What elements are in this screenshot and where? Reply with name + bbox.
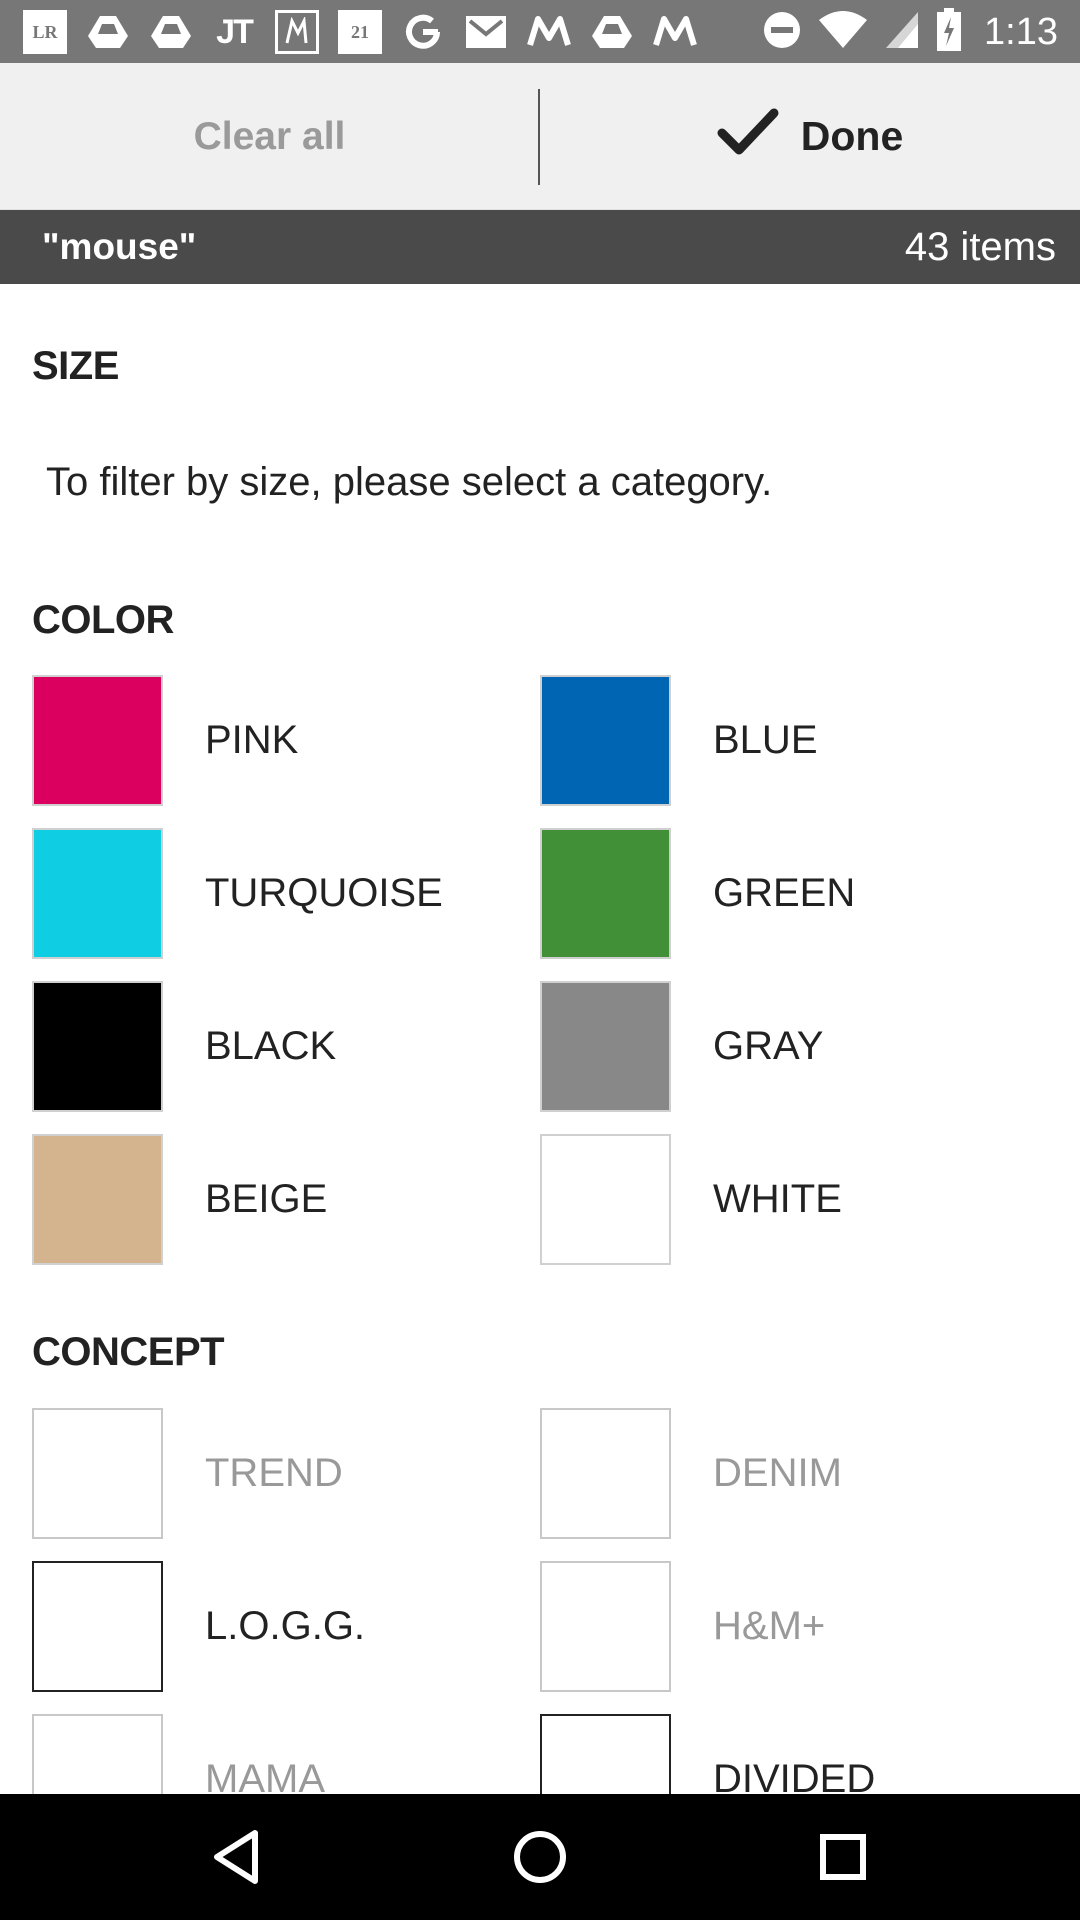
size-section-title: SIZE [32,344,119,388]
concept-section-title: CONCEPT [32,1330,225,1374]
notification-icons: LR JT 21 [22,8,698,56]
concept-label: DENIM [713,1451,842,1495]
color-option-gray[interactable]: GRAY [540,981,1040,1113]
recents-button[interactable] [808,1822,878,1892]
system-icons: 1:13 [762,6,1058,58]
color-label: BLACK [205,1024,337,1068]
color-label: BEIGE [205,1177,328,1221]
checkmark-icon [717,107,779,167]
concept-option-trend[interactable]: TREND [32,1408,532,1540]
home-button[interactable] [505,1822,575,1892]
color-label: TURQUOISE [205,871,443,915]
status-time: 1:13 [984,10,1058,53]
forever21-icon: 21 [337,9,383,55]
green-swatch [540,828,671,959]
color-option-green[interactable]: GREEN [540,828,1040,960]
color-label: GRAY [713,1024,824,1068]
color-option-beige[interactable]: BEIGE [32,1134,532,1266]
concept-label: L.O.G.G. [205,1604,366,1648]
black-swatch [32,981,163,1112]
color-option-white[interactable]: WHITE [540,1134,1040,1266]
concept-label: H&M+ [713,1604,826,1648]
lr-icon: LR [22,9,68,55]
color-option-turquoise[interactable]: TURQUOISE [32,828,532,960]
size-filter-note: To filter by size, please select a categ… [46,460,773,504]
battery-icon [936,7,962,57]
turquoise-swatch [32,828,163,959]
drive-icon [85,9,131,55]
white-swatch [540,1134,671,1265]
home-icon [514,1831,566,1883]
color-option-black[interactable]: BLACK [32,981,532,1113]
result-count: 43 items [904,225,1056,269]
navigation-bar [0,1794,1080,1920]
color-section-title: COLOR [32,598,174,642]
wifi-icon [818,10,868,55]
search-query: "mouse" [42,226,197,267]
gray-swatch [540,981,671,1112]
color-label: BLUE [713,718,818,762]
checkbox [540,1561,671,1692]
color-label: GREEN [713,871,856,915]
concept-label: TREND [205,1451,343,1495]
color-label: PINK [205,718,299,762]
color-option-blue[interactable]: BLUE [540,675,1040,807]
recents-icon [820,1834,866,1880]
google-icon [400,9,446,55]
concept-option-hm-plus[interactable]: H&M+ [540,1561,1040,1693]
signal-icon [884,10,920,55]
concept-option-logg[interactable]: L.O.G.G. [32,1561,532,1693]
gmail-icon [463,9,509,55]
checkbox [540,1408,671,1539]
color-option-pink[interactable]: PINK [32,675,532,807]
back-button[interactable] [201,1822,271,1892]
checkbox [32,1408,163,1539]
drive-icon [589,9,635,55]
clear-all-button[interactable]: Clear all [0,63,539,210]
search-summary-bar: "mouse" 43 items [0,210,1080,284]
beige-swatch [32,1134,163,1265]
jt-icon: JT [216,12,254,51]
back-icon [214,1830,258,1884]
done-label: Done [800,113,904,159]
m-icon [652,9,698,55]
drive-icon [148,9,194,55]
blue-swatch [540,675,671,806]
color-label: WHITE [713,1177,842,1221]
checkbox [32,1561,163,1692]
filter-action-bar: Clear all Done [0,63,1080,210]
status-bar: LR JT 21 1:13 [0,0,1080,63]
nt-icon [274,9,320,55]
concept-option-denim[interactable]: DENIM [540,1408,1040,1540]
do-not-disturb-icon [762,10,802,55]
pink-swatch [32,675,163,806]
done-button[interactable]: Done [540,63,1080,210]
m-icon [526,9,572,55]
